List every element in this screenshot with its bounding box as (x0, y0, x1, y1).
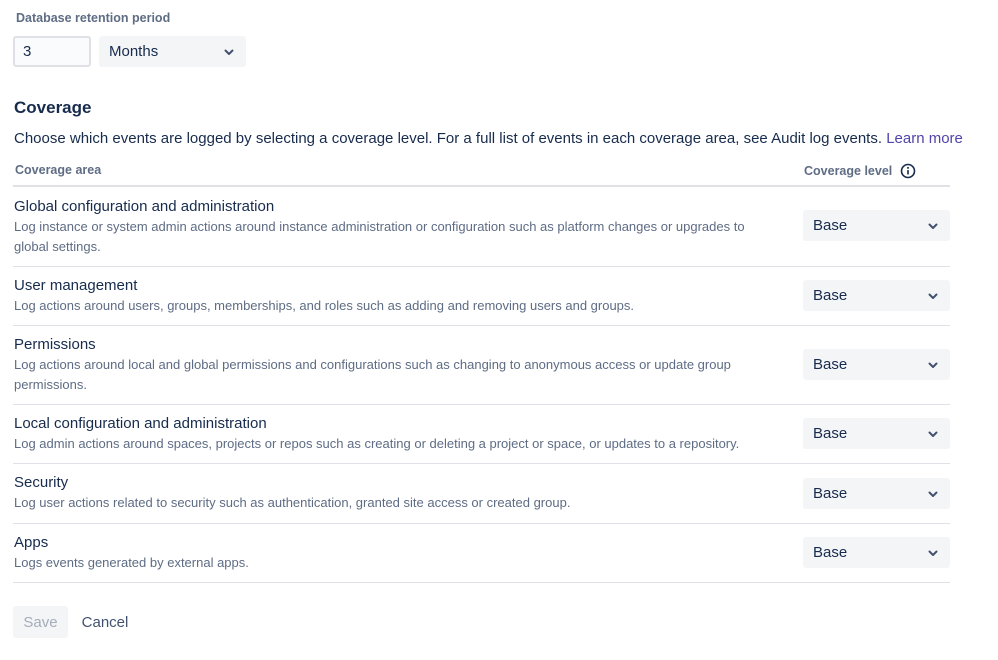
row-title: Apps (14, 534, 49, 551)
info-icon[interactable] (900, 163, 916, 179)
row-description: Log instance or system admin actions aro… (14, 219, 745, 254)
chevron-down-icon (928, 550, 938, 556)
coverage-level-select[interactable]: Base (803, 349, 950, 380)
coverage-level-value: Base (813, 544, 848, 561)
coverage-level-select[interactable]: Base (803, 280, 950, 311)
row-title: Security (14, 474, 69, 491)
coverage-description: Choose which events are logged by select… (14, 130, 963, 147)
coverage-level-value: Base (813, 217, 848, 234)
row-description: Log actions around local and global perm… (14, 357, 731, 392)
retention-period-label: Database retention period (16, 11, 171, 25)
retention-unit-value: Months (109, 43, 159, 60)
row-description: Log admin actions around spaces, project… (14, 436, 740, 451)
row-description: Log actions around users, groups, member… (14, 298, 635, 313)
coverage-level-value: Base (813, 485, 848, 502)
learn-more-link[interactable]: Learn more (886, 130, 963, 147)
retention-unit-select[interactable]: Months (99, 36, 246, 67)
coverage-level-select[interactable]: Base (803, 478, 950, 509)
cancel-button[interactable]: Cancel (76, 606, 134, 638)
column-header-coverage-area: Coverage area (15, 163, 102, 177)
coverage-row-local-configuration: Local configuration and administration L… (13, 405, 950, 464)
coverage-row-permissions: Permissions Log actions around local and… (13, 326, 950, 405)
coverage-row-global-configuration: Global configuration and administration … (13, 187, 950, 267)
coverage-level-select[interactable]: Base (803, 210, 950, 241)
coverage-title: Coverage (14, 98, 92, 117)
coverage-row-security: Security Log user actions related to sec… (13, 464, 950, 524)
coverage-row-user-management: User management Log actions around users… (13, 267, 950, 326)
coverage-level-header-label: Coverage level (804, 164, 893, 178)
row-title: Global configuration and administration (14, 198, 275, 215)
coverage-level-value: Base (813, 425, 848, 442)
chevron-down-icon (928, 431, 938, 437)
row-title: Permissions (14, 336, 96, 353)
row-title: User management (14, 277, 138, 294)
coverage-level-value: Base (813, 287, 848, 304)
coverage-row-apps: Apps Logs events generated by external a… (13, 524, 950, 583)
save-button[interactable]: Save (13, 606, 68, 638)
chevron-down-icon (928, 362, 938, 368)
coverage-level-select[interactable]: Base (803, 418, 950, 449)
row-title: Local configuration and administration (14, 415, 267, 432)
coverage-level-value: Base (813, 356, 848, 373)
column-header-coverage-level: Coverage level (804, 163, 916, 179)
coverage-description-text: Choose which events are logged by select… (14, 130, 883, 147)
chevron-down-icon (928, 223, 938, 229)
row-description: Log user actions related to security suc… (14, 495, 571, 510)
coverage-level-select[interactable]: Base (803, 537, 950, 568)
retention-value-input[interactable] (13, 36, 91, 67)
chevron-down-icon (224, 49, 234, 55)
chevron-down-icon (928, 293, 938, 299)
chevron-down-icon (928, 491, 938, 497)
row-description: Logs events generated by external apps. (14, 555, 249, 570)
